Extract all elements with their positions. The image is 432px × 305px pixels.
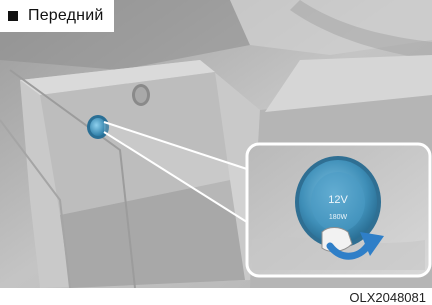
section-label: Передний <box>0 0 114 32</box>
illustration: 12V 180W <box>0 0 432 288</box>
black-square-icon <box>8 11 18 21</box>
figure-code: OLX2048081 <box>349 290 426 305</box>
socket-power-label: 180W <box>329 214 348 221</box>
socket-voltage-label: 12V <box>328 194 348 206</box>
section-label-text: Передний <box>28 7 104 24</box>
